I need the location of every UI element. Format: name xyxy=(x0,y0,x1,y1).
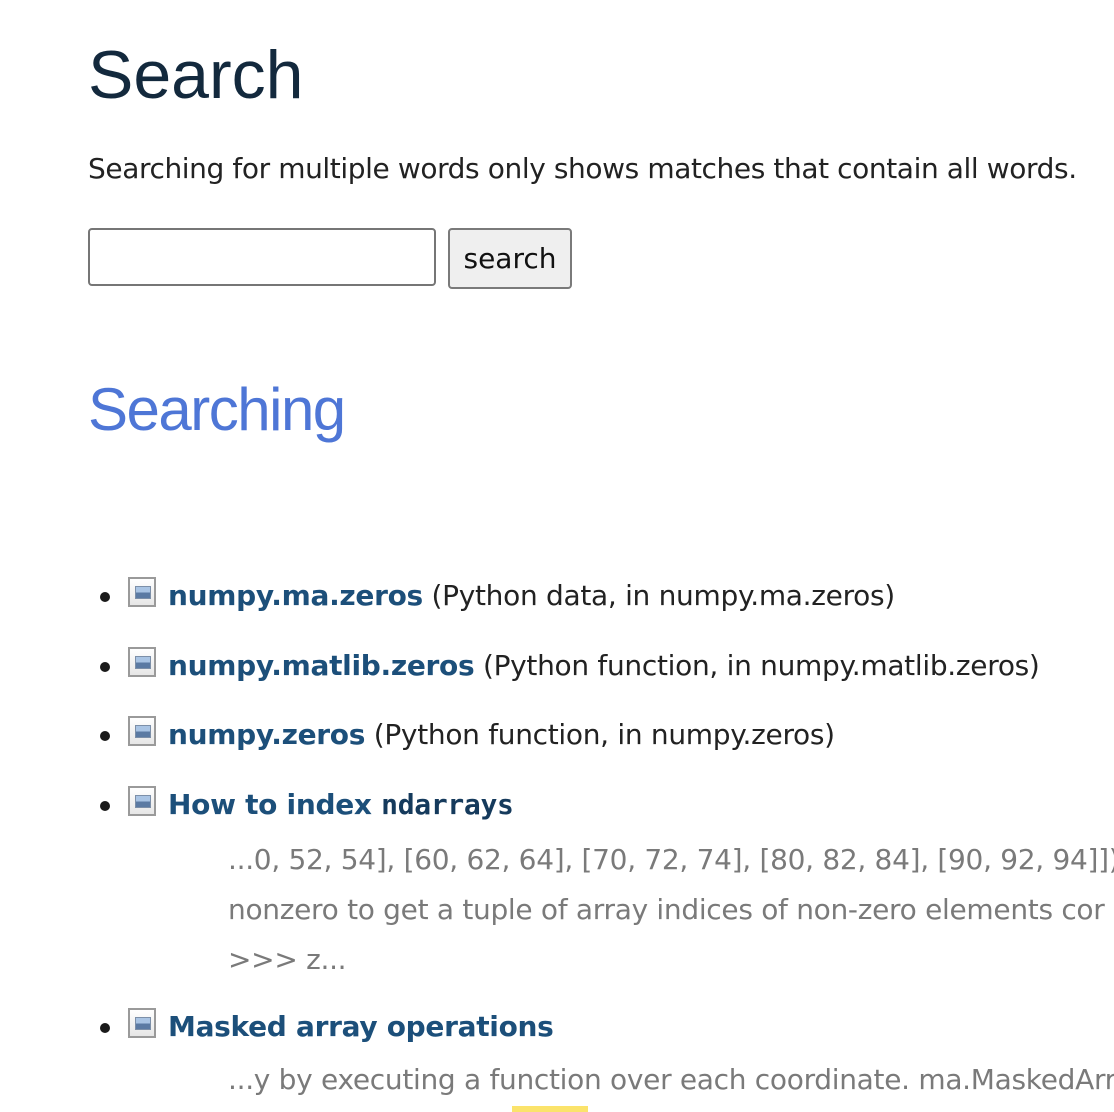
bullet-icon xyxy=(100,592,110,602)
result-context-line: nonzero to get a tuple of array indices … xyxy=(228,893,1105,926)
document-icon xyxy=(128,716,156,746)
search-button[interactable]: search xyxy=(448,228,572,289)
result-title-text: How to index xyxy=(168,788,382,821)
result-link[interactable]: numpy.ma.zeros xyxy=(168,579,423,612)
search-page: Search Searching for multiple words only… xyxy=(88,0,1114,1112)
result-context-line: ...y by executing a function over each c… xyxy=(228,1063,1114,1096)
document-icon xyxy=(128,647,156,677)
result-link[interactable]: How to index ndarrays xyxy=(168,788,514,821)
bullet-icon xyxy=(100,1023,110,1033)
result-description: (Python data, in numpy.ma.zeros) xyxy=(422,579,896,612)
result-link[interactable]: numpy.matlib.zeros xyxy=(168,649,475,682)
search-hint: Searching for multiple words only shows … xyxy=(88,152,1077,185)
bullet-icon xyxy=(100,731,110,741)
result-context-line: >>> z... xyxy=(228,943,347,976)
document-icon xyxy=(128,786,156,816)
result-context-line: ...0, 52, 54], [60, 62, 64], [70, 72, 74… xyxy=(228,843,1114,876)
document-icon xyxy=(128,1008,156,1038)
document-icon xyxy=(128,577,156,607)
result-title-code: ndarrays xyxy=(381,788,514,821)
result-description: (Python function, in numpy.zeros) xyxy=(365,718,835,751)
search-highlight-mark xyxy=(512,1106,588,1112)
page-title: Search xyxy=(88,37,304,113)
result-link[interactable]: Masked array operations xyxy=(168,1010,554,1043)
bullet-icon xyxy=(100,801,110,811)
search-input[interactable] xyxy=(88,228,436,286)
results-heading: Searching xyxy=(88,376,346,443)
result-description: (Python function, in numpy.matlib.zeros) xyxy=(474,649,1040,682)
result-link[interactable]: numpy.zeros xyxy=(168,718,365,751)
bullet-icon xyxy=(100,662,110,672)
